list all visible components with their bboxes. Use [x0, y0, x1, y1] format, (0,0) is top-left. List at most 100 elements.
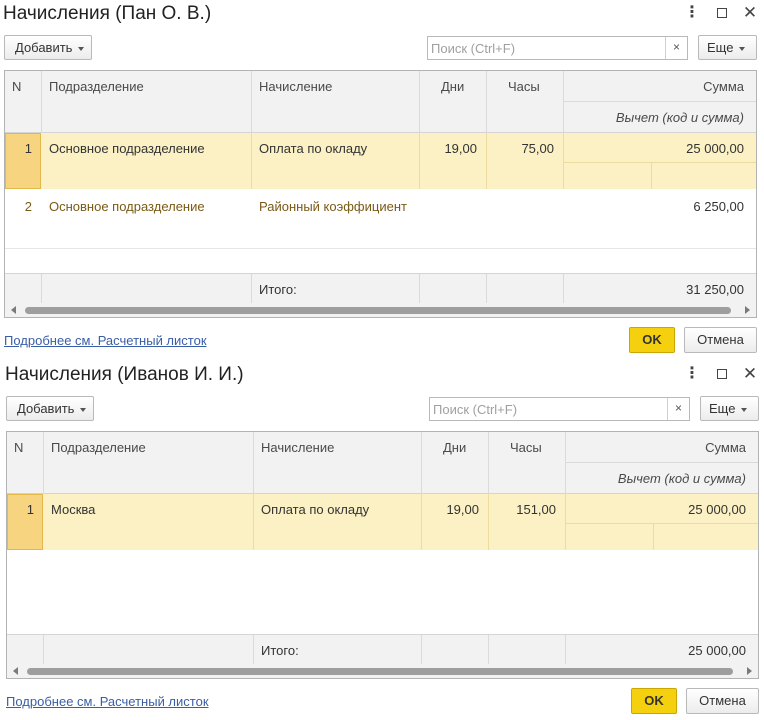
clear-search-button[interactable]: × [667, 398, 689, 420]
row-days: 19,00 [444, 141, 477, 156]
header-divider [563, 101, 756, 102]
row-department: Москва [51, 502, 96, 517]
total-value: 25 000,00 [688, 643, 746, 658]
row-n: 2 [24, 199, 32, 214]
column-header-hours[interactable]: Часы [508, 79, 540, 94]
add-button[interactable]: Добавить [4, 35, 92, 60]
horizontal-scrollbar[interactable] [5, 303, 756, 317]
column-header-accrual[interactable]: Начисление [261, 440, 334, 455]
total-label: Итого: [261, 643, 299, 658]
column-divider [563, 274, 564, 304]
column-header-department[interactable]: Подразделение [49, 79, 144, 94]
column-divider [653, 523, 654, 550]
row-divider [563, 162, 756, 163]
row-sum: 6 250,00 [693, 199, 744, 214]
accruals-table[interactable]: N Подразделение Начисление Дни Часы Сумм… [4, 70, 757, 318]
scroll-left-icon[interactable] [13, 667, 18, 675]
search-placeholder: Поиск (Ctrl+F) [433, 402, 518, 417]
more-button-label: Еще [707, 40, 734, 55]
current-cell [5, 133, 41, 189]
column-header-deduction[interactable]: Вычет (код и сумма) [618, 471, 746, 486]
column-divider [488, 494, 489, 550]
column-divider [253, 432, 254, 494]
column-divider [253, 635, 254, 665]
column-header-hours[interactable]: Часы [510, 440, 542, 455]
add-button-label: Добавить [15, 40, 73, 55]
cancel-button[interactable]: Отмена [686, 688, 759, 714]
row-divider [565, 523, 758, 524]
column-header-n[interactable]: N [14, 440, 23, 455]
row-sum: 25 000,00 [688, 502, 746, 517]
table-row[interactable]: 1 Москва Оплата по окладу 19,00 151,00 2… [7, 494, 758, 550]
column-divider [565, 432, 566, 494]
window-title: Начисления (Пан О. В.) [3, 3, 212, 24]
row-hours: 151,00 [516, 502, 556, 517]
column-header-deduction[interactable]: Вычет (код и сумма) [616, 110, 744, 125]
more-button[interactable]: Еще [698, 35, 757, 60]
window-title: Начисления (Иванов И. И.) [5, 364, 244, 385]
column-header-n[interactable]: N [12, 79, 21, 94]
scroll-left-icon[interactable] [11, 306, 16, 314]
maximize-icon[interactable] [712, 365, 732, 383]
scroll-right-icon[interactable] [747, 667, 752, 675]
column-divider [563, 133, 564, 189]
column-header-department[interactable]: Подразделение [51, 440, 146, 455]
close-icon[interactable]: ✕ [740, 4, 760, 22]
column-header-sum[interactable]: Сумма [703, 79, 744, 94]
column-divider [419, 71, 420, 133]
table-row[interactable]: 1 Основное подразделение Оплата по оклад… [5, 133, 756, 189]
payslip-link[interactable]: Подробнее см. Расчетный листок [4, 333, 207, 348]
column-divider [651, 162, 652, 189]
column-divider [488, 635, 489, 665]
column-divider [421, 635, 422, 665]
ok-button[interactable]: OK [631, 688, 677, 714]
search-input[interactable]: Поиск (Ctrl+F) × [429, 397, 690, 421]
column-header-days[interactable]: Дни [441, 79, 464, 94]
column-divider [253, 494, 254, 550]
column-divider [419, 133, 420, 189]
column-divider [421, 494, 422, 550]
total-value: 31 250,00 [686, 282, 744, 297]
more-vertical-icon[interactable]: ⋮ [682, 365, 702, 383]
more-button[interactable]: Еще [700, 396, 759, 421]
scroll-right-icon[interactable] [745, 306, 750, 314]
column-divider [41, 274, 42, 304]
add-button-label: Добавить [17, 401, 75, 416]
column-header-accrual[interactable]: Начисление [259, 79, 332, 94]
row-n: 1 [24, 141, 32, 156]
column-divider [421, 432, 422, 494]
column-divider [565, 635, 566, 665]
search-input[interactable]: Поиск (Ctrl+F) × [427, 36, 688, 60]
column-header-days[interactable]: Дни [443, 440, 466, 455]
column-divider [486, 133, 487, 189]
maximize-icon[interactable] [712, 4, 732, 22]
cancel-button[interactable]: Отмена [684, 327, 757, 353]
accruals-table[interactable]: N Подразделение Начисление Дни Часы Сумм… [6, 431, 759, 679]
caret-down-icon [80, 407, 87, 412]
ok-button[interactable]: OK [629, 327, 675, 353]
column-divider [251, 274, 252, 304]
horizontal-scrollbar[interactable] [7, 664, 758, 678]
accruals-window-pan: Начисления (Пан О. В.) ⋮ ✕ Добавить Поис… [0, 0, 764, 361]
table-header: N Подразделение Начисление Дни Часы Сумм… [7, 432, 758, 494]
column-header-sum[interactable]: Сумма [705, 440, 746, 455]
search-placeholder: Поиск (Ctrl+F) [431, 41, 516, 56]
caret-down-icon [741, 407, 748, 412]
row-sum: 25 000,00 [686, 141, 744, 156]
table-footer: Итого: 25 000,00 [7, 634, 758, 665]
column-divider [563, 71, 564, 133]
column-divider [41, 71, 42, 133]
scrollbar-thumb[interactable] [27, 668, 733, 675]
payslip-link[interactable]: Подробнее см. Расчетный листок [6, 694, 209, 709]
row-days: 19,00 [446, 502, 479, 517]
add-button[interactable]: Добавить [6, 396, 94, 421]
caret-down-icon [78, 46, 85, 51]
column-divider [486, 274, 487, 304]
clear-search-button[interactable]: × [665, 37, 687, 59]
column-divider [486, 71, 487, 133]
scrollbar-thumb[interactable] [25, 307, 731, 314]
column-divider [251, 71, 252, 133]
more-vertical-icon[interactable]: ⋮ [682, 4, 702, 22]
close-icon[interactable]: ✕ [740, 365, 760, 383]
header-divider [565, 462, 758, 463]
